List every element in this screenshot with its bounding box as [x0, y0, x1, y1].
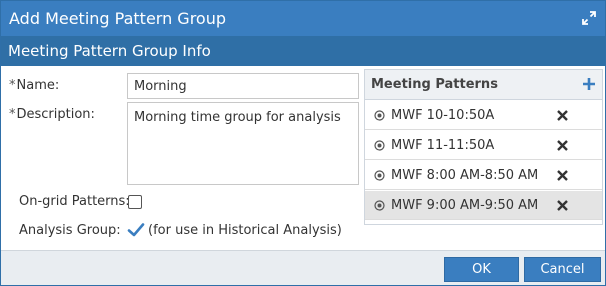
meeting-pattern-label: MWF 11-11:50A — [391, 138, 495, 153]
description-label-text: Description: — [16, 107, 95, 122]
ok-button[interactable]: OK — [444, 257, 519, 282]
analysis-group-checkbox[interactable] — [127, 221, 145, 239]
on-grid-patterns-label: On-grid Patterns: — [19, 194, 130, 209]
add-meeting-pattern-group-dialog: Add Meeting Pattern Group Meeting Patter… — [0, 0, 606, 286]
delete-icon[interactable] — [556, 109, 569, 122]
delete-icon[interactable] — [556, 199, 569, 212]
dialog-titlebar[interactable]: Add Meeting Pattern Group — [1, 1, 605, 36]
required-marker: * — [9, 107, 16, 122]
expand-icon[interactable] — [581, 10, 597, 26]
meeting-pattern-row[interactable]: MWF 10-10:50A — [365, 101, 602, 130]
on-grid-patterns-checkbox[interactable] — [128, 195, 142, 209]
meeting-pattern-row[interactable]: MWF 11-11:50A — [365, 131, 602, 160]
meeting-pattern-label: MWF 9:00 AM-9:50 AM — [391, 198, 539, 213]
dialog-footer: OK Cancel — [1, 250, 605, 285]
meeting-patterns-panel: Meeting Patterns MWF 10-10:50A MWF 11-11… — [364, 69, 603, 225]
analysis-group-note: (for use in Historical Analysis) — [148, 223, 342, 238]
delete-icon[interactable] — [556, 139, 569, 152]
meeting-patterns-title: Meeting Patterns — [371, 77, 498, 92]
meeting-pattern-label: MWF 10-10:50A — [391, 108, 495, 123]
required-marker: * — [9, 78, 16, 93]
name-field[interactable]: Morning — [127, 73, 359, 99]
name-label-text: Name: — [16, 78, 60, 93]
meeting-patterns-header: Meeting Patterns — [365, 70, 602, 100]
plus-icon[interactable] — [581, 76, 597, 92]
radio-dot-icon — [374, 170, 385, 181]
section-header: Meeting Pattern Group Info — [1, 36, 605, 66]
delete-icon[interactable] — [556, 169, 569, 182]
cancel-button[interactable]: Cancel — [524, 257, 601, 282]
radio-dot-icon — [374, 110, 385, 121]
description-field[interactable]: Morning time group for analysis — [127, 102, 359, 185]
meeting-pattern-row-selected[interactable]: MWF 9:00 AM-9:50 AM — [365, 191, 602, 220]
description-label: *Description: — [9, 107, 95, 122]
name-label: *Name: — [9, 78, 59, 93]
radio-dot-icon — [374, 140, 385, 151]
section-title: Meeting Pattern Group Info — [8, 42, 211, 60]
meeting-pattern-group-form: *Name: Morning *Description: Morning tim… — [1, 66, 605, 250]
dialog-title: Add Meeting Pattern Group — [9, 9, 227, 28]
analysis-group-label: Analysis Group: — [19, 223, 121, 238]
radio-dot-icon — [374, 200, 385, 211]
meeting-pattern-row[interactable]: MWF 8:00 AM-8:50 AM — [365, 161, 602, 190]
meeting-pattern-label: MWF 8:00 AM-8:50 AM — [391, 168, 539, 183]
